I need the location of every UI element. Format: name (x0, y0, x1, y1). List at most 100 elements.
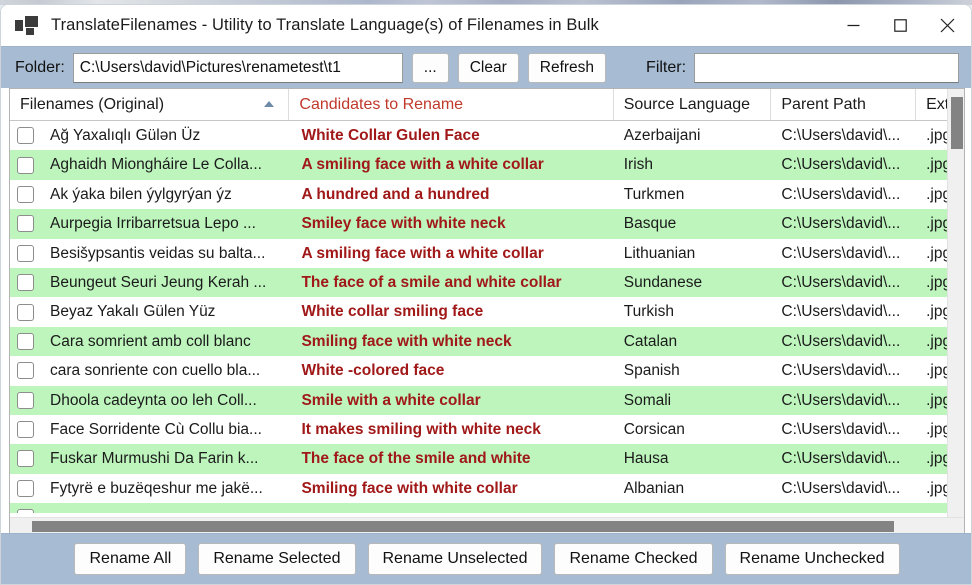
table-row[interactable]: cara sonriente con cuello bla... White -c… (10, 356, 964, 386)
cell-candidate-rename: White Collar Gulen Face (301, 127, 480, 144)
cell-parent-path: C:\Users\david\... (781, 156, 901, 174)
column-header-candidates-to-rename[interactable]: Candidates to Rename (289, 89, 614, 120)
table-row[interactable]: Cara somrient amb coll blanc Smiling face… (10, 326, 964, 357)
checkbox-icon[interactable] (16, 185, 34, 203)
table-row[interactable]: Besišypsantis veidas su balta... A smilin… (10, 238, 964, 268)
cell-filename-original: Aghaidh Miongháire Le Colla... (50, 156, 262, 174)
row-checkbox-cell[interactable] (10, 215, 40, 233)
row-checkbox-cell[interactable] (10, 479, 40, 497)
table-row[interactable]: Dhoola cadeynta oo leh Coll... Smile with… (10, 385, 964, 415)
row-checkbox-cell[interactable] (10, 450, 40, 468)
checkbox-icon[interactable] (16, 215, 34, 233)
folder-label: Folder: (15, 58, 65, 76)
row-checkbox-cell[interactable] (10, 509, 40, 513)
cell-parent-path: C:\Users\david\... (781, 303, 901, 321)
rename-selected-button[interactable]: Rename Selected (198, 543, 356, 575)
rename-all-button[interactable]: Rename All (74, 543, 187, 575)
cell-parent-path: C:\Users\david\... (781, 185, 901, 203)
refresh-button[interactable]: Refresh (527, 52, 607, 83)
row-checkbox-cell[interactable] (10, 421, 40, 439)
rename-checked-button[interactable]: Rename Checked (554, 543, 713, 575)
clear-button[interactable]: Clear (457, 52, 519, 83)
checkbox-icon[interactable] (16, 421, 34, 439)
application-window: TranslateFilenames - Utility to Translat… (0, 4, 972, 585)
cell-candidate-rename: Smile with a white collar (301, 391, 481, 409)
filter-input[interactable] (694, 52, 959, 83)
cell-parent-path: C:\Users\david\... (781, 127, 901, 144)
folder-path-input[interactable]: C:\Users\david\Pictures\renametest\t1 (72, 52, 403, 83)
cell-source-language: Corsican (623, 420, 685, 438)
cell-parent-path: C:\Users\david\... (781, 420, 901, 438)
row-checkbox-cell[interactable] (10, 303, 40, 321)
cell-filename-original: Ağ Yaxalıqlı Gülən Üz (50, 127, 201, 144)
footer-button-bar: Rename All Rename Selected Rename Unselect… (1, 533, 971, 584)
close-button[interactable] (924, 5, 971, 46)
cell-candidate-rename: Smiley face with white neck (301, 215, 506, 233)
checkbox-icon[interactable] (16, 244, 34, 262)
table-row[interactable]: Fytyrë e buzëqeshur me jakë... Smiling fa… (10, 473, 964, 504)
column-header-label: Ext (926, 95, 950, 113)
cell-parent-path: C:\Users\david\... (781, 362, 901, 380)
table-row[interactable]: Beyaz Yakalı Gülen Yüz White collar smili… (10, 297, 964, 327)
cell-candidate-rename: The face of the smile and white (301, 450, 531, 468)
checkbox-icon[interactable] (16, 156, 34, 174)
cell-candidate-rename: A hundred and a hundred (301, 185, 490, 203)
table-row[interactable]: Ağ Yaxalıqlı Gülən Üz White Collar Gulen … (10, 121, 964, 151)
horizontal-scrollbar-thumb[interactable] (32, 521, 894, 532)
minimize-button[interactable] (830, 5, 877, 46)
column-header-parent-path[interactable]: Parent Path (771, 89, 917, 120)
cell-source-language: Lithuanian (623, 244, 696, 262)
row-checkbox-cell[interactable] (10, 274, 40, 292)
cell-source-language: Basque (623, 215, 677, 233)
cell-filename-original: Beyaz Yakalı Gülen Yüz (50, 303, 216, 321)
browse-folder-button[interactable]: ... (411, 52, 449, 83)
cell-source-language: Turkmen (623, 185, 685, 203)
column-header-source-language[interactable]: Source Language (614, 89, 772, 120)
table-row[interactable]: Fuskar Murmushi Da Farin k... The face of… (10, 444, 964, 474)
checkbox-icon[interactable] (16, 391, 34, 409)
checkbox-icon[interactable] (16, 332, 34, 350)
cell-candidate-rename: White collar smiling face (301, 303, 484, 321)
cell-parent-path: C:\Users\david\... (781, 332, 901, 350)
table-row[interactable]: Ak ýaka bilen ýylgyrýan ýz A hundred and … (10, 179, 964, 210)
rename-unselected-button[interactable]: Rename Unselected (367, 543, 543, 575)
row-checkbox-cell[interactable] (10, 391, 40, 409)
checkbox-icon[interactable] (16, 303, 34, 321)
checkbox-icon[interactable] (16, 127, 34, 145)
row-checkbox-cell[interactable] (10, 185, 40, 203)
cell-filename-original: Cara somrient amb coll blanc (50, 332, 251, 350)
cell-filename-original: Fytyrë e buzëqeshur me jakë... (50, 479, 263, 497)
cell-candidate-rename: Smiling face with white neck (301, 332, 512, 350)
row-checkbox-cell[interactable] (10, 127, 40, 145)
column-header-label: Source Language (623, 95, 751, 113)
checkbox-icon[interactable] (16, 362, 34, 380)
checkbox-icon[interactable] (16, 450, 34, 468)
checkbox-icon[interactable] (16, 509, 34, 513)
row-checkbox-cell[interactable] (10, 156, 40, 174)
grid-body: Ağ Yaxalıqlı Gülən Üz White Collar Gulen … (10, 121, 964, 513)
cell-parent-path: C:\Users\david\... (781, 479, 901, 497)
table-row[interactable] (10, 503, 964, 513)
cell-parent-path: C:\Users\david\... (781, 391, 901, 409)
table-row[interactable]: Face Sorridente Cù Collu bia... It makes … (10, 414, 964, 445)
filter-label: Filter: (646, 58, 687, 76)
table-row[interactable]: Aurpegia Irribarretsua Lepo ... Smiley fa… (10, 209, 964, 239)
row-checkbox-cell[interactable] (10, 244, 40, 262)
column-header-filenames-original[interactable]: Filenames (Original) (10, 89, 290, 120)
table-row[interactable]: Beungeut Seuri Jeung Kerah ... The face o… (10, 267, 964, 298)
grid-header-row: Filenames (Original) Candidates to Renam… (10, 89, 964, 121)
cell-candidate-rename: A smiling face with a white collar (301, 244, 544, 262)
rename-unchecked-button[interactable]: Rename Unchecked (724, 543, 900, 575)
cell-source-language: Turkish (623, 303, 674, 321)
vertical-scrollbar-thumb[interactable] (951, 97, 963, 149)
cell-parent-path: C:\Users\david\... (781, 244, 901, 262)
row-checkbox-cell[interactable] (10, 332, 40, 350)
checkbox-icon[interactable] (16, 479, 34, 497)
row-checkbox-cell[interactable] (10, 362, 40, 380)
table-row[interactable]: Aghaidh Miongháire Le Colla... A smiling … (10, 150, 964, 180)
vertical-scrollbar[interactable] (947, 89, 964, 534)
horizontal-scrollbar[interactable] (10, 517, 964, 534)
maximize-button[interactable] (877, 5, 924, 46)
checkbox-icon[interactable] (16, 274, 34, 292)
column-header-label: Parent Path (781, 95, 866, 113)
